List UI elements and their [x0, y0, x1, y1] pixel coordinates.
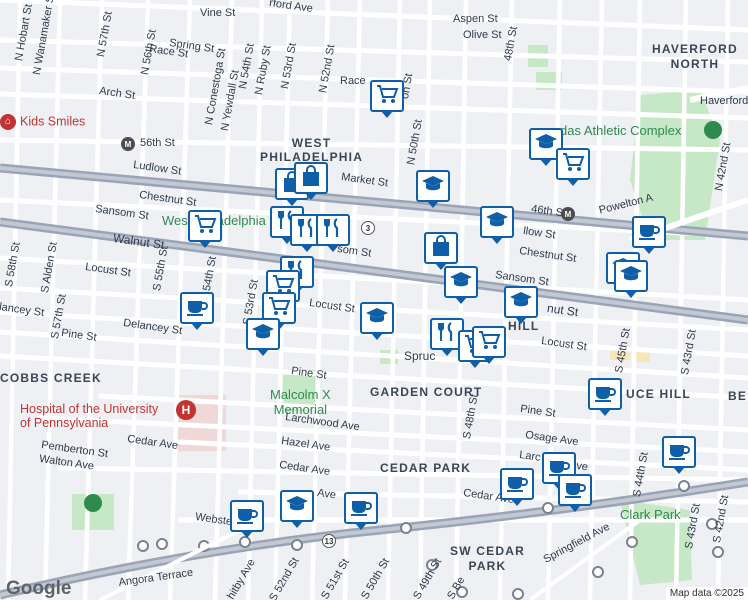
cart-marker[interactable]: [556, 148, 590, 186]
cart-icon: [477, 329, 501, 356]
be-label: BE: [728, 389, 748, 403]
coffee-icon: [235, 503, 259, 530]
coffee-marker[interactable]: [230, 500, 264, 538]
athletic-complex-icon[interactable]: [704, 121, 722, 139]
race-mid-label: Race: [340, 75, 366, 87]
cart-icon: [375, 83, 399, 110]
cart-marker[interactable]: [370, 80, 404, 118]
cedar-park-label: CEDAR PARK: [380, 461, 472, 475]
coffee-icon: [563, 477, 587, 504]
metro-station-icon[interactable]: M: [121, 137, 135, 151]
shopping-bag-marker[interactable]: [424, 232, 458, 270]
coffee-icon: [667, 439, 691, 466]
map-canvas[interactable]: Vine St rford Ave Aspen St Olive St HAVE…: [0, 0, 748, 600]
sw-cedar-park-label: SW CEDAR PARK: [450, 544, 525, 573]
coffee-icon: [349, 495, 373, 522]
coffee-icon: [637, 219, 661, 246]
olive-street-label: Olive St: [463, 29, 502, 41]
cobbs-creek-label: COBBS CREEK: [0, 371, 102, 385]
haverford-north-label: HAVERFORD NORTH: [652, 42, 738, 71]
restaurant-marker[interactable]: [316, 214, 350, 252]
coffee-marker[interactable]: [180, 292, 214, 330]
graduation-cap-icon: [619, 263, 643, 290]
shopping-bag-icon: [299, 164, 323, 192]
kids-smiles-label: Kids Smiles: [20, 114, 86, 129]
google-logo: Google: [6, 578, 72, 599]
graduation-cap-marker[interactable]: [614, 260, 648, 298]
graduation-cap-icon: [485, 209, 509, 236]
coffee-icon: [505, 471, 529, 498]
coffee-marker[interactable]: [632, 216, 666, 254]
graduation-cap-icon: [421, 173, 445, 200]
graduation-cap-icon: [251, 321, 275, 348]
shopping-bag-marker[interactable]: [294, 162, 328, 200]
coffee-marker[interactable]: [500, 468, 534, 506]
graduation-cap-marker[interactable]: [246, 318, 280, 356]
kids-smiles-poi[interactable]: ⌂ Kids Smiles: [0, 114, 85, 130]
cart-icon: [193, 213, 217, 240]
cart-marker[interactable]: [188, 210, 222, 248]
coffee-icon: [185, 295, 209, 322]
graduation-cap-icon: [285, 493, 309, 520]
graduation-cap-icon: [534, 131, 558, 158]
west-philadelphia-label: WEST PHILADELPHIA: [260, 136, 364, 165]
metro-46th-icon[interactable]: M: [561, 207, 575, 221]
coffee-icon: [593, 381, 617, 408]
garden-court-label: GARDEN COURT: [370, 385, 483, 399]
56th-street-label: 56th St: [140, 137, 175, 149]
graduation-cap-icon: [509, 289, 533, 316]
vine-street-label: Vine St: [200, 7, 236, 19]
park-icon[interactable]: [84, 494, 102, 512]
graduation-cap-marker[interactable]: [280, 490, 314, 528]
graduation-cap-icon: [449, 269, 473, 296]
graduation-cap-marker[interactable]: [504, 286, 538, 324]
graduation-cap-marker[interactable]: [480, 206, 514, 244]
shopping-bag-icon: [429, 234, 453, 262]
cart-icon: [561, 151, 585, 178]
cart-marker[interactable]: [472, 326, 506, 364]
hospital-poi[interactable]: Hospital of the University of Pennsylvan…: [20, 402, 158, 431]
haverford-right-label: Haverford: [700, 95, 748, 107]
restaurant-icon: [321, 217, 345, 244]
athletic-complex-poi[interactable]: das Athletic Complex: [560, 124, 681, 137]
route-13-shield: 13: [322, 534, 336, 548]
route-3-shield: 3: [361, 221, 375, 235]
spruce-label: Spruc: [404, 349, 436, 363]
coffee-marker[interactable]: [662, 436, 696, 474]
graduation-cap-icon: [365, 305, 389, 332]
graduation-cap-marker[interactable]: [444, 266, 478, 304]
restaurant-icon: [435, 321, 459, 348]
aspen-street-label: Aspen St: [453, 13, 498, 25]
graduation-cap-marker[interactable]: [416, 170, 450, 208]
coffee-marker[interactable]: [588, 378, 622, 416]
spruce-hill-label: UCE HILL: [626, 387, 691, 401]
coffee-marker[interactable]: [344, 492, 378, 530]
clark-park-poi[interactable]: Clark Park: [620, 508, 681, 521]
hospital-icon[interactable]: H: [176, 400, 196, 420]
dental-icon: ⌂: [0, 114, 16, 130]
graduation-cap-marker[interactable]: [360, 302, 394, 340]
coffee-marker[interactable]: [558, 474, 592, 512]
map-attribution[interactable]: Map data ©2025: [665, 587, 748, 600]
